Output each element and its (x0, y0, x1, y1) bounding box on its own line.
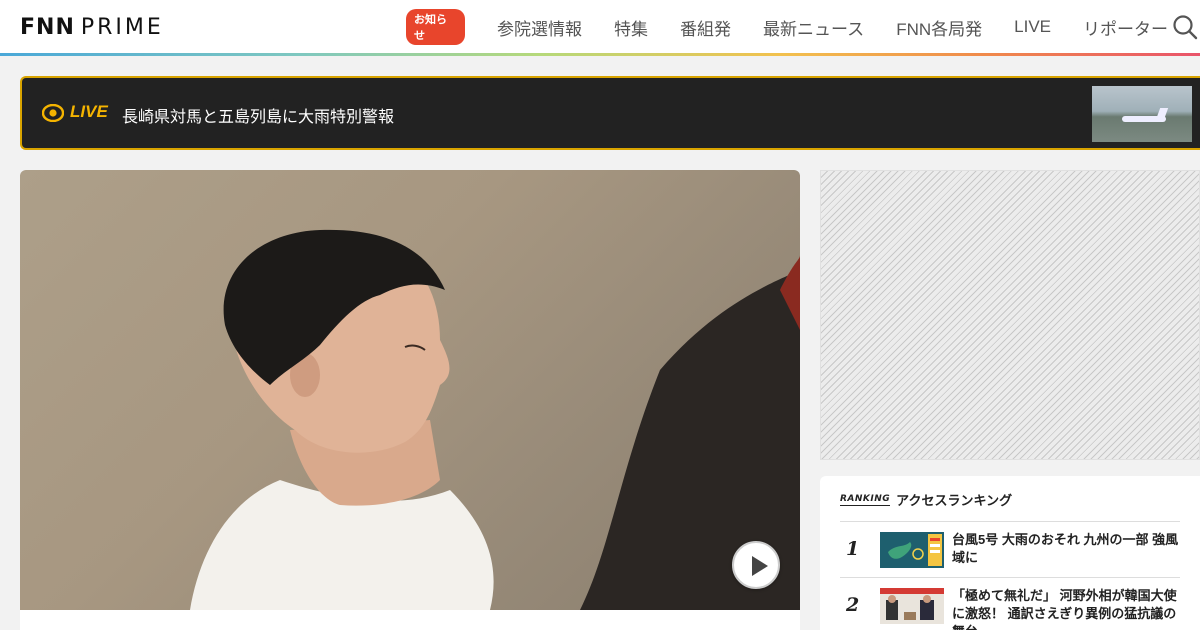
ranking-panel: RANKING アクセスランキング 1 台風5号 大雨のおそれ 九州の一部 強風… (820, 476, 1200, 630)
ranking-headline: 「極めて無礼だ」 河野外相が韓国大使に激怒！ 通訳さえぎり異例の猛抗議の舞台 (952, 588, 1177, 630)
ranking-title: アクセスランキング (896, 493, 1013, 508)
site-header: FNN PRIME お知らせ 参院選情報 特集 番組発 最新ニュース FNN各局… (0, 0, 1200, 54)
news-badge[interactable]: お知らせ (406, 9, 466, 45)
search-icon[interactable] (1172, 14, 1198, 40)
ad-placeholder (820, 170, 1200, 460)
fnn-prime-logo[interactable]: FNN PRIME (20, 14, 164, 40)
airplane-tail (1155, 108, 1169, 120)
live-label: LIVE (70, 102, 108, 121)
ranking-number: 2 (846, 594, 860, 616)
ranking-number: 1 (846, 538, 860, 560)
ranking-tag: RANKING (840, 493, 891, 506)
video-still-person (190, 229, 800, 610)
play-icon (752, 556, 768, 576)
live-thumbnail[interactable] (1092, 86, 1192, 142)
eye-icon (42, 104, 64, 122)
nav-item-programs[interactable]: 番組発 (680, 15, 731, 40)
nav-item-election[interactable]: 参院選情報 (497, 15, 582, 40)
main-nav: お知らせ 参院選情報 特集 番組発 最新ニュース FNN各局発 LIVE リポー… (406, 0, 1200, 54)
nav-item-features[interactable]: 特集 (614, 15, 648, 40)
live-banner[interactable]: LIVE 長崎県対馬と五島列島に大雨特別警報 (20, 76, 1200, 150)
nav-item-live[interactable]: LIVE (1014, 17, 1051, 37)
ranking-thumbnail-weather-map (880, 532, 944, 568)
live-headline[interactable]: 長崎県対馬と五島列島に大雨特別警報 (122, 103, 394, 127)
video-player[interactable] (20, 170, 800, 630)
ranking-header: RANKING アクセスランキング (840, 490, 1012, 509)
ranking-headline: 台風5号 大雨のおそれ 九州の一部 強風域に (952, 532, 1179, 565)
nav-item-stations[interactable]: FNN各局発 (896, 15, 982, 40)
logo-fnn: FNN (20, 14, 75, 40)
ranking-item-2[interactable]: 2 「極めて無礼だ」 河野外相が韓国大使に激怒！ 通訳さえぎり異例の猛抗議の舞台 (840, 577, 1180, 630)
ranking-thumbnail-meeting (880, 588, 944, 624)
nav-item-latest-news[interactable]: 最新ニュース (763, 15, 864, 40)
header-color-rule (0, 53, 1200, 56)
ranking-item-1[interactable]: 1 台風5号 大雨のおそれ 九州の一部 強風域に (840, 521, 1180, 577)
play-button[interactable] (732, 541, 780, 589)
logo-prime: PRIME (80, 14, 164, 40)
nav-item-reporter[interactable]: リポーター (1083, 15, 1168, 40)
